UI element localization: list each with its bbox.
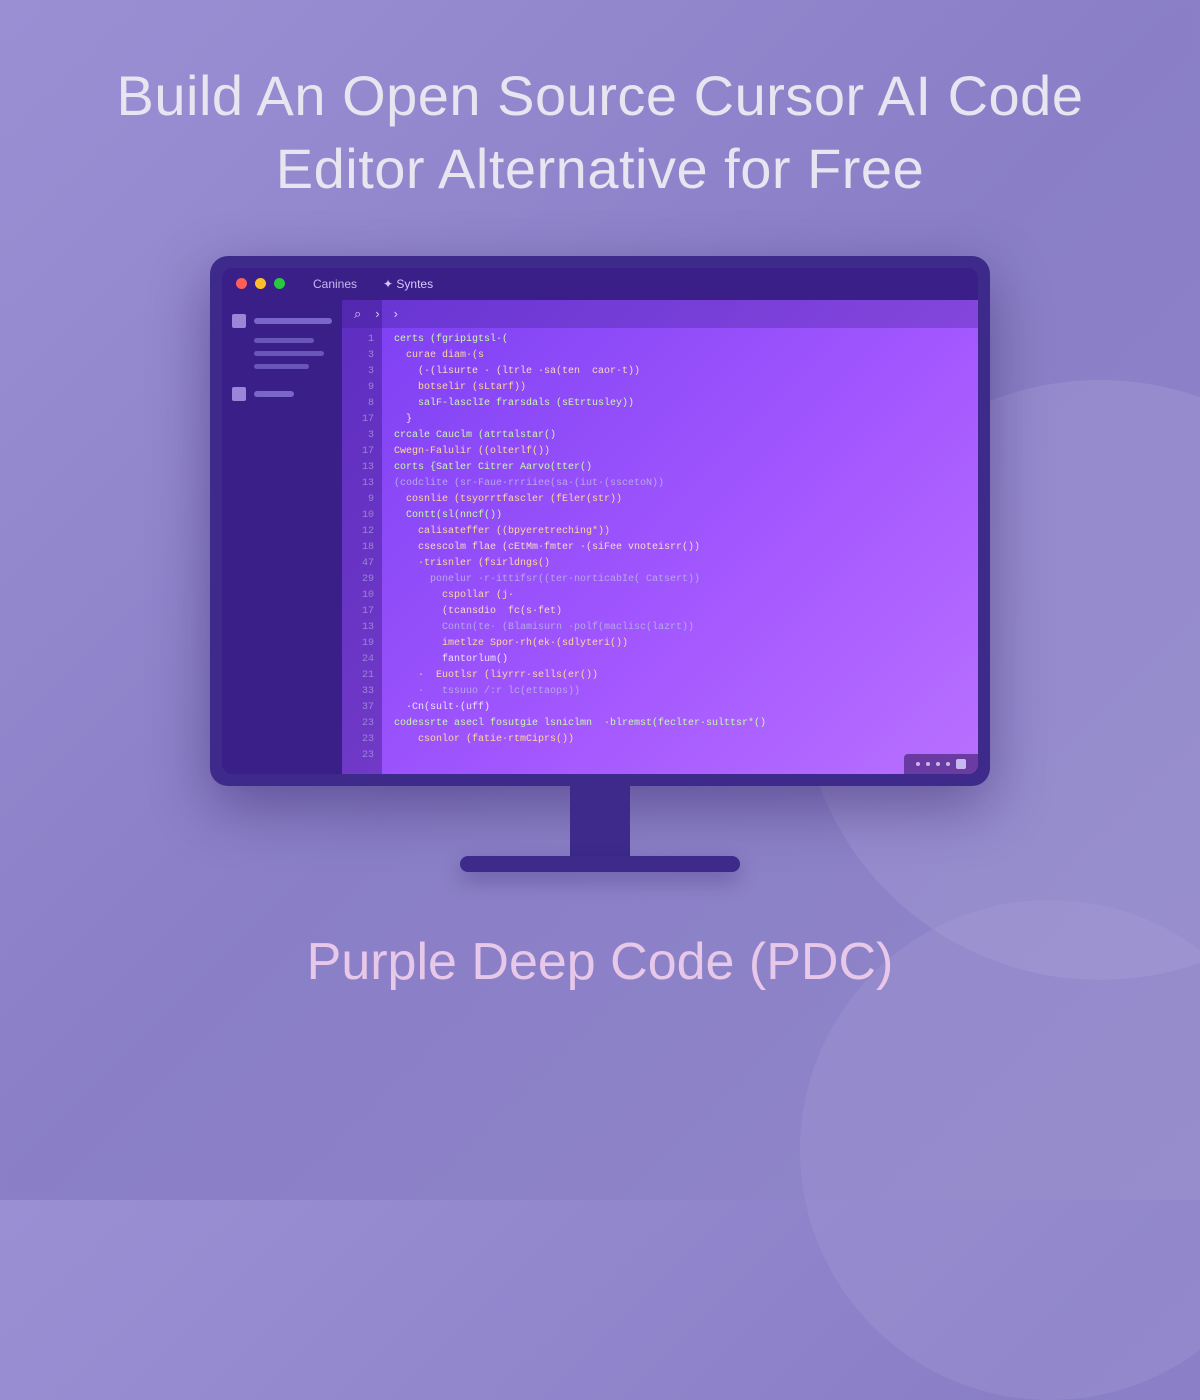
line-number: 23 [342, 732, 374, 748]
status-dot-icon [916, 762, 920, 766]
line-number: 10 [342, 508, 374, 524]
code-line: fantorlum() [394, 652, 966, 668]
line-number: 12 [342, 524, 374, 540]
editor-toolbar: ⌕ › › [342, 300, 978, 328]
code-line: calisateffer ((bpyeretreching*)) [394, 524, 966, 540]
line-number: 13 [342, 460, 374, 476]
code-line: Contn(te· (Blamisurn ·polf(maclisc(lazrt… [394, 620, 966, 636]
code-line: corts {Satler Citrer Aarvo(tter() [394, 460, 966, 476]
sidebar-subitem[interactable] [254, 338, 314, 343]
code-line: · Euotlsr (liyrrr·sells(er()) [394, 668, 966, 684]
line-number: 33 [342, 684, 374, 700]
code-editor[interactable]: ⌕ › › 1339817317131391012184729101713192… [342, 300, 978, 774]
code-line: (tcansdio fc(s·fet) [394, 604, 966, 620]
code-content[interactable]: certs (fgripigtsl·( curae diam·(s (·(lis… [382, 300, 978, 774]
code-line: certs (fgripigtsl·( [394, 332, 966, 348]
code-line: cspollar (j· [394, 588, 966, 604]
minimize-icon[interactable] [255, 278, 266, 289]
line-number: 17 [342, 604, 374, 620]
folder-icon [232, 314, 246, 328]
code-line: ·trisnler (fsirldngs() [394, 556, 966, 572]
menu-item[interactable]: Canines [313, 277, 357, 291]
code-line: (·(lisurte · (ltrle ·sa(ten caor·t)) [394, 364, 966, 380]
folder-icon [232, 387, 246, 401]
maximize-icon[interactable] [274, 278, 285, 289]
monitor-bezel: Canines ✦ Syntes [210, 256, 990, 786]
sidebar-subitem[interactable] [254, 351, 324, 356]
line-number: 3 [342, 428, 374, 444]
status-dot-icon [946, 762, 950, 766]
code-line: ponelur ·r·ittifsr((ter·norticabIe( Cats… [394, 572, 966, 588]
chevron-right-icon[interactable]: › [394, 306, 398, 321]
monitor-stand [570, 786, 630, 856]
code-line: salF-lasclIe frarsdals (sEtrtusley)) [394, 396, 966, 412]
line-number: 19 [342, 636, 374, 652]
line-number: 17 [342, 444, 374, 460]
line-number: 9 [342, 380, 374, 396]
line-number: 1 [342, 332, 374, 348]
line-number: 23 [342, 716, 374, 732]
line-gutter: 1339817317131391012184729101713192421333… [342, 300, 382, 774]
code-line: · tssuuo /:r lc(ettaops)) [394, 684, 966, 700]
monitor-base [460, 856, 740, 872]
line-number: 9 [342, 492, 374, 508]
sidebar-item[interactable] [232, 387, 332, 401]
line-number: 37 [342, 700, 374, 716]
code-line: crcale Cauclm (atrtalstar() [394, 428, 966, 444]
line-number: 10 [342, 588, 374, 604]
page-title: Build An Open Source Cursor AI Code Edit… [0, 0, 1200, 226]
line-number: 24 [342, 652, 374, 668]
tab-active[interactable]: ✦ Syntes [383, 277, 433, 291]
close-icon[interactable] [236, 278, 247, 289]
code-line: cosnlie (tsyorrtfascler (fEler(str)) [394, 492, 966, 508]
brand-name: Purple Deep Code (PDC) [0, 932, 1200, 992]
code-line: botselir (sLtarf)) [394, 380, 966, 396]
monitor-illustration: Canines ✦ Syntes [0, 256, 1200, 872]
line-number: 17 [342, 412, 374, 428]
code-line: codessrte asecl fosutgie lsniclmn ·blrem… [394, 716, 966, 732]
line-number: 29 [342, 572, 374, 588]
file-sidebar [222, 300, 342, 774]
status-dot-icon [926, 762, 930, 766]
line-number: 3 [342, 348, 374, 364]
line-number: 47 [342, 556, 374, 572]
chevron-right-icon[interactable]: › [375, 306, 379, 321]
code-line: csescolm flae (cEtMm·fmter ·(siFee vnote… [394, 540, 966, 556]
sidebar-item[interactable] [232, 314, 332, 328]
editor-window: Canines ✦ Syntes [222, 268, 978, 774]
code-line: (codclite (sr-Faue·rrriiee(sa·(iut·(ssce… [394, 476, 966, 492]
status-dot-icon [936, 762, 940, 766]
code-line: csonlor (fatie·rtmCiprs()) [394, 732, 966, 748]
status-bar [904, 754, 978, 774]
window-titlebar: Canines ✦ Syntes [222, 268, 978, 300]
line-number: 18 [342, 540, 374, 556]
line-number: 21 [342, 668, 374, 684]
sidebar-subitem[interactable] [254, 364, 309, 369]
line-number: 13 [342, 476, 374, 492]
code-line: Contt(sl(nncf()) [394, 508, 966, 524]
editor-main: ⌕ › › 1339817317131391012184729101713192… [222, 300, 978, 774]
status-square-icon [956, 759, 966, 769]
code-line: curae diam·(s [394, 348, 966, 364]
sidebar-item-label [254, 318, 332, 324]
sidebar-item-label [254, 391, 294, 397]
line-number: 23 [342, 748, 374, 764]
code-line: ·Cn(sult·(uff) [394, 700, 966, 716]
line-number: 3 [342, 364, 374, 380]
code-line: } [394, 412, 966, 428]
search-icon[interactable]: ⌕ [354, 306, 361, 322]
code-line: Cwegn-Falulir ((olterlf()) [394, 444, 966, 460]
code-line: imetlze Spor·rh(ek·(sdlyteri()) [394, 636, 966, 652]
line-number: 13 [342, 620, 374, 636]
line-number: 8 [342, 396, 374, 412]
